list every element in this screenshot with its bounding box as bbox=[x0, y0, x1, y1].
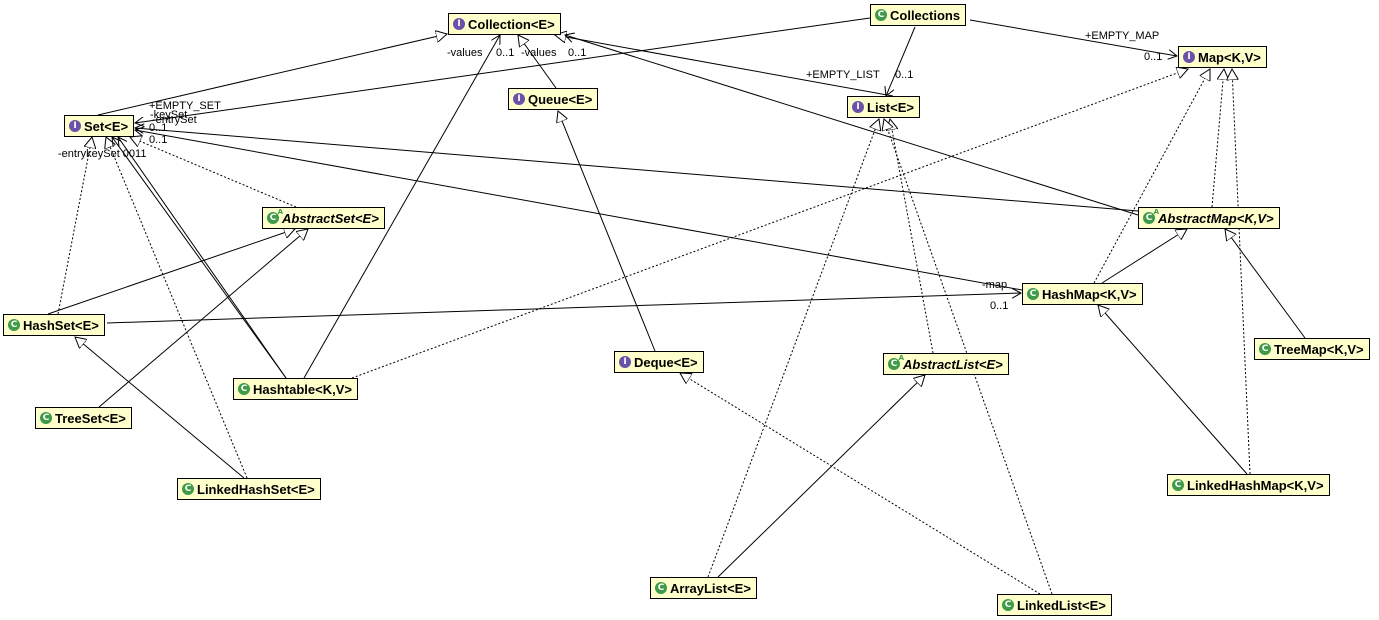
class-icon: C bbox=[238, 383, 250, 395]
uml-class-diagram: I Collection<E> C Collections I Map<K,V> IS… bbox=[0, 0, 1379, 620]
abstract-class-icon: C bbox=[267, 208, 283, 224]
edge-association-abstractmap-to-set bbox=[135, 128, 1139, 212]
interface-icon: I bbox=[69, 120, 81, 132]
node-label: Set<E> bbox=[84, 118, 129, 134]
interface-icon: I bbox=[453, 18, 465, 30]
node-list[interactable]: I List<E> bbox=[847, 96, 920, 118]
edge-label-empty-map-mult: 0..1 bbox=[1144, 51, 1163, 63]
node-label: Deque<E> bbox=[634, 354, 698, 370]
interface-icon: I bbox=[513, 93, 525, 105]
node-linked-hash-set[interactable]: C LinkedHashSet<E> bbox=[177, 478, 321, 500]
node-label: Collection<E> bbox=[468, 16, 555, 32]
node-label: LinkedHashSet<E> bbox=[197, 481, 315, 497]
node-hash-set[interactable]: C HashSet<E> bbox=[3, 314, 105, 336]
node-label: AbstractList<E> bbox=[903, 356, 1003, 372]
abstract-class-icon: C bbox=[888, 354, 904, 370]
node-label: TreeMap<K,V> bbox=[1274, 341, 1364, 357]
node-linked-hash-map[interactable]: C LinkedHashMap<K,V> bbox=[1167, 474, 1330, 496]
node-array-list[interactable]: C ArrayList<E> bbox=[650, 577, 757, 599]
class-icon: C bbox=[875, 9, 887, 21]
node-label: LinkedHashMap<K,V> bbox=[1187, 477, 1324, 493]
edge-realization-hashtable-to-map bbox=[351, 69, 1188, 379]
node-map[interactable]: I Map<K,V> bbox=[1178, 46, 1267, 68]
class-icon: C bbox=[1172, 479, 1184, 491]
node-collections[interactable]: C Collections bbox=[870, 4, 967, 26]
edge-label-empty-list-mult: 0..1 bbox=[895, 69, 914, 81]
edge-association-hashtable-to-set bbox=[118, 137, 287, 379]
edge-generalization-hashmap-to-abstractmap bbox=[1101, 229, 1187, 284]
edge-realization-abstractlist-to-list bbox=[890, 119, 934, 354]
edge-label-set-bottom: -entrykeySet 0011 bbox=[58, 148, 147, 160]
edge-generalization-arraylist-to-abstractlist bbox=[717, 375, 925, 578]
class-icon: C bbox=[655, 582, 667, 594]
edge-label-set-mult-b: 0..1 bbox=[149, 134, 168, 146]
edge-label-set-mult-a: 0..1 bbox=[149, 122, 168, 134]
node-collection[interactable]: I Collection<E> bbox=[448, 13, 561, 35]
abstract-class-icon: C bbox=[1143, 208, 1159, 224]
edge-realization-linkedhashmap-to-map bbox=[1232, 69, 1251, 475]
node-abstract-map[interactable]: CAbstractMap<K,V> bbox=[1138, 207, 1280, 229]
node-label: HashSet<E> bbox=[23, 317, 99, 333]
node-label: Hashtable<K,V> bbox=[253, 381, 352, 397]
edge-realization-abstractmap-to-map bbox=[1211, 69, 1224, 208]
node-deque[interactable]: I Deque<E> bbox=[614, 351, 704, 373]
node-hashtable[interactable]: C Hashtable<K,V> bbox=[233, 378, 358, 400]
node-hash-map[interactable]: C HashMap<K,V> bbox=[1022, 283, 1143, 305]
node-linked-list[interactable]: C LinkedList<E> bbox=[997, 594, 1112, 616]
node-label: Collections bbox=[890, 7, 961, 23]
edge-generalization-treemap-to-abstractmap bbox=[1225, 229, 1306, 339]
edge-association-collections-to-list bbox=[886, 26, 916, 96]
class-icon: C bbox=[40, 412, 52, 424]
interface-icon: I bbox=[619, 356, 631, 368]
edge-label-values-a-mult: 0..1 bbox=[496, 47, 515, 59]
node-label: Queue<E> bbox=[528, 91, 593, 107]
diagram-edges bbox=[47, 17, 1306, 595]
node-label: AbstractMap<K,V> bbox=[1158, 210, 1274, 226]
node-label: HashMap<K,V> bbox=[1042, 286, 1137, 302]
node-tree-set[interactable]: C TreeSet<E> bbox=[35, 407, 132, 429]
node-abstract-set[interactable]: CAbstractSet<E> bbox=[262, 207, 385, 229]
node-label: AbstractSet<E> bbox=[282, 210, 379, 226]
node-label: LinkedList<E> bbox=[1017, 597, 1106, 613]
edge-generalization-linkedhashmap-to-hashmap bbox=[1098, 305, 1248, 475]
edge-label-map-mult: 0..1 bbox=[990, 300, 1009, 312]
class-icon: C bbox=[8, 319, 20, 331]
class-icon: C bbox=[1027, 288, 1039, 300]
edge-realization-hashset-to-set bbox=[57, 137, 92, 315]
edge-label-values-b-mult: 0..1 bbox=[568, 47, 587, 59]
edge-label-map-role: -map bbox=[982, 279, 1008, 291]
node-abstract-list[interactable]: CAbstractList<E> bbox=[883, 353, 1009, 375]
edge-generalization-list-to-collection bbox=[555, 35, 894, 97]
node-set[interactable]: I Set<E> bbox=[64, 115, 135, 137]
node-label: ArrayList<E> bbox=[670, 580, 751, 596]
edge-label-values-a: -values bbox=[447, 47, 483, 59]
edge-association-hashtable-to-set bbox=[112, 137, 287, 379]
interface-icon: I bbox=[852, 101, 864, 113]
interface-icon: I bbox=[1183, 51, 1195, 63]
node-label: TreeSet<E> bbox=[55, 410, 126, 426]
node-label: List<E> bbox=[867, 99, 914, 115]
edge-association-abstractmap-to-collection bbox=[565, 35, 1139, 216]
edge-label-values-b: -values bbox=[521, 47, 557, 59]
edge-generalization-queue-to-collection bbox=[518, 35, 557, 89]
node-label: Map<K,V> bbox=[1198, 49, 1261, 65]
node-queue[interactable]: I Queue<E> bbox=[508, 88, 599, 110]
node-tree-map[interactable]: C TreeMap<K,V> bbox=[1254, 338, 1370, 360]
edge-label-empty-list: +EMPTY_LIST bbox=[806, 69, 880, 81]
edge-generalization-deque-to-queue bbox=[558, 111, 656, 352]
edge-label-empty-map: +EMPTY_MAP bbox=[1085, 30, 1160, 42]
class-icon: C bbox=[1259, 343, 1271, 355]
edge-association-hashset-to-hashmap bbox=[106, 293, 1021, 324]
class-icon: C bbox=[1002, 599, 1014, 611]
class-icon: C bbox=[182, 483, 194, 495]
